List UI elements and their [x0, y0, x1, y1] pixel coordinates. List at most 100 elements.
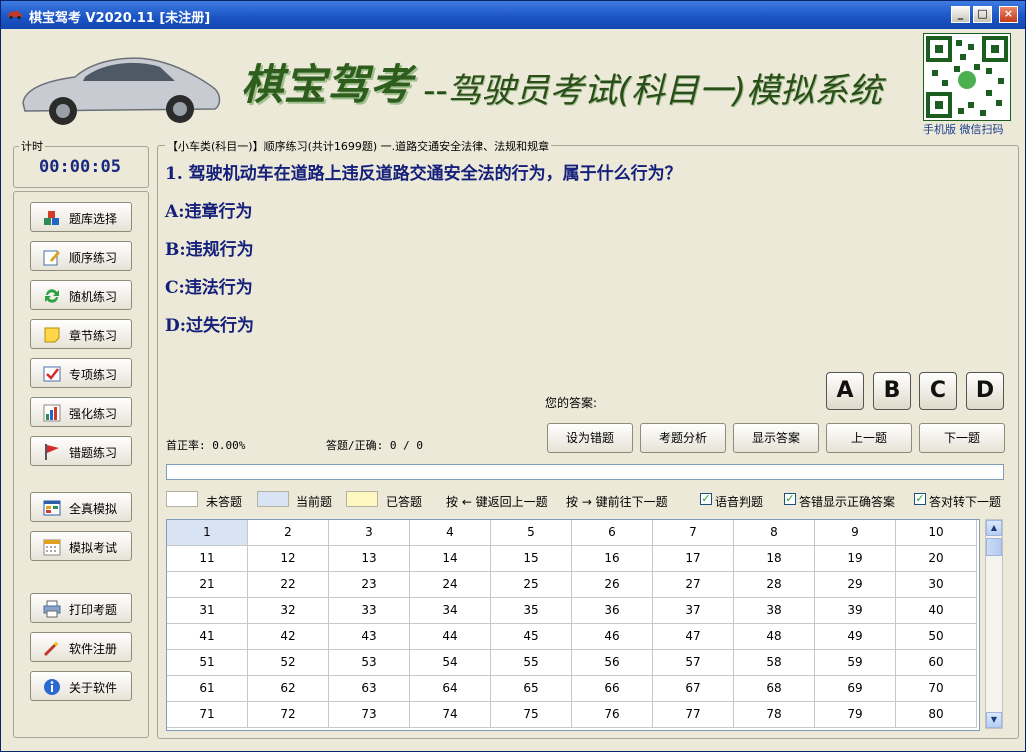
question-cell[interactable]: 37: [653, 598, 734, 624]
question-cell[interactable]: 78: [734, 702, 815, 728]
question-cell[interactable]: 1: [167, 520, 248, 546]
show-answer-button[interactable]: 显示答案: [733, 423, 819, 453]
question-cell[interactable]: 40: [896, 598, 977, 624]
sidebar-item-special[interactable]: 专项练习: [30, 358, 132, 388]
question-cell[interactable]: 35: [491, 598, 572, 624]
answer-a-button[interactable]: A: [826, 372, 864, 410]
question-cell[interactable]: 51: [167, 650, 248, 676]
question-cell[interactable]: 39: [815, 598, 896, 624]
show-correct-checkbox[interactable]: ✓: [784, 493, 796, 505]
scroll-up-icon[interactable]: ▲: [986, 520, 1002, 536]
question-cell[interactable]: 28: [734, 572, 815, 598]
question-cell[interactable]: 46: [572, 624, 653, 650]
question-cell[interactable]: 32: [248, 598, 329, 624]
answer-b-button[interactable]: B: [873, 372, 911, 410]
question-cell[interactable]: 19: [815, 546, 896, 572]
question-cell[interactable]: 6: [572, 520, 653, 546]
question-cell[interactable]: 71: [167, 702, 248, 728]
question-cell[interactable]: 54: [410, 650, 491, 676]
question-cell[interactable]: 50: [896, 624, 977, 650]
question-cell[interactable]: 10: [896, 520, 977, 546]
question-cell[interactable]: 17: [653, 546, 734, 572]
question-cell[interactable]: 18: [734, 546, 815, 572]
sidebar-item-mock-exam[interactable]: 模拟考试: [30, 531, 132, 561]
sidebar-item-about[interactable]: 关于软件: [30, 671, 132, 701]
question-cell[interactable]: 25: [491, 572, 572, 598]
question-cell[interactable]: 64: [410, 676, 491, 702]
answer-d-button[interactable]: D: [966, 372, 1004, 410]
question-cell[interactable]: 77: [653, 702, 734, 728]
question-cell[interactable]: 55: [491, 650, 572, 676]
question-cell[interactable]: 22: [248, 572, 329, 598]
title-bar[interactable]: 棋宝驾考 V2020.11 [未注册] _ □ ×: [1, 1, 1025, 29]
question-cell[interactable]: 53: [329, 650, 410, 676]
question-cell[interactable]: 36: [572, 598, 653, 624]
question-cell[interactable]: 49: [815, 624, 896, 650]
question-cell[interactable]: 69: [815, 676, 896, 702]
question-cell[interactable]: 42: [248, 624, 329, 650]
sidebar-item-sequential[interactable]: 顺序练习: [30, 241, 132, 271]
question-cell[interactable]: 58: [734, 650, 815, 676]
question-cell[interactable]: 65: [491, 676, 572, 702]
sidebar-item-register[interactable]: 软件注册: [30, 632, 132, 662]
question-cell[interactable]: 61: [167, 676, 248, 702]
question-cell[interactable]: 23: [329, 572, 410, 598]
question-cell[interactable]: 63: [329, 676, 410, 702]
question-cell[interactable]: 75: [491, 702, 572, 728]
question-cell[interactable]: 14: [410, 546, 491, 572]
question-cell[interactable]: 20: [896, 546, 977, 572]
prev-question-button[interactable]: 上一题: [826, 423, 912, 453]
sidebar-item-question-bank[interactable]: 题库选择: [30, 202, 132, 232]
sidebar-item-intensive[interactable]: 强化练习: [30, 397, 132, 427]
question-cell[interactable]: 5: [491, 520, 572, 546]
question-cell[interactable]: 48: [734, 624, 815, 650]
question-cell[interactable]: 67: [653, 676, 734, 702]
sidebar-item-random[interactable]: 随机练习: [30, 280, 132, 310]
question-cell[interactable]: 8: [734, 520, 815, 546]
next-question-button[interactable]: 下一题: [919, 423, 1005, 453]
question-cell[interactable]: 16: [572, 546, 653, 572]
question-cell[interactable]: 21: [167, 572, 248, 598]
auto-next-checkbox[interactable]: ✓: [914, 493, 926, 505]
question-cell[interactable]: 9: [815, 520, 896, 546]
question-cell[interactable]: 76: [572, 702, 653, 728]
question-cell[interactable]: 30: [896, 572, 977, 598]
question-cell[interactable]: 72: [248, 702, 329, 728]
mark-wrong-button[interactable]: 设为错题: [547, 423, 633, 453]
question-cell[interactable]: 57: [653, 650, 734, 676]
scroll-thumb[interactable]: [986, 538, 1002, 556]
answer-c-button[interactable]: C: [919, 372, 957, 410]
question-cell[interactable]: 31: [167, 598, 248, 624]
question-cell[interactable]: 4: [410, 520, 491, 546]
question-cell[interactable]: 34: [410, 598, 491, 624]
question-cell[interactable]: 68: [734, 676, 815, 702]
sidebar-item-wrong-questions[interactable]: 错题练习: [30, 436, 132, 466]
question-cell[interactable]: 44: [410, 624, 491, 650]
question-cell[interactable]: 79: [815, 702, 896, 728]
sidebar-item-full-simulation[interactable]: 全真模拟: [30, 492, 132, 522]
minimize-button[interactable]: _: [951, 6, 970, 23]
question-cell[interactable]: 24: [410, 572, 491, 598]
question-cell[interactable]: 2: [248, 520, 329, 546]
sidebar-item-chapter[interactable]: 章节练习: [30, 319, 132, 349]
question-cell[interactable]: 27: [653, 572, 734, 598]
question-cell[interactable]: 3: [329, 520, 410, 546]
question-cell[interactable]: 59: [815, 650, 896, 676]
question-cell[interactable]: 52: [248, 650, 329, 676]
question-cell[interactable]: 66: [572, 676, 653, 702]
sidebar-item-print[interactable]: 打印考题: [30, 593, 132, 623]
question-cell[interactable]: 26: [572, 572, 653, 598]
question-cell[interactable]: 43: [329, 624, 410, 650]
question-cell[interactable]: 12: [248, 546, 329, 572]
question-cell[interactable]: 60: [896, 650, 977, 676]
question-cell[interactable]: 73: [329, 702, 410, 728]
question-cell[interactable]: 11: [167, 546, 248, 572]
question-cell[interactable]: 47: [653, 624, 734, 650]
question-cell[interactable]: 74: [410, 702, 491, 728]
question-cell[interactable]: 70: [896, 676, 977, 702]
close-button[interactable]: ×: [999, 6, 1018, 23]
question-cell[interactable]: 80: [896, 702, 977, 728]
analysis-button[interactable]: 考题分析: [640, 423, 726, 453]
question-cell[interactable]: 29: [815, 572, 896, 598]
question-cell[interactable]: 38: [734, 598, 815, 624]
